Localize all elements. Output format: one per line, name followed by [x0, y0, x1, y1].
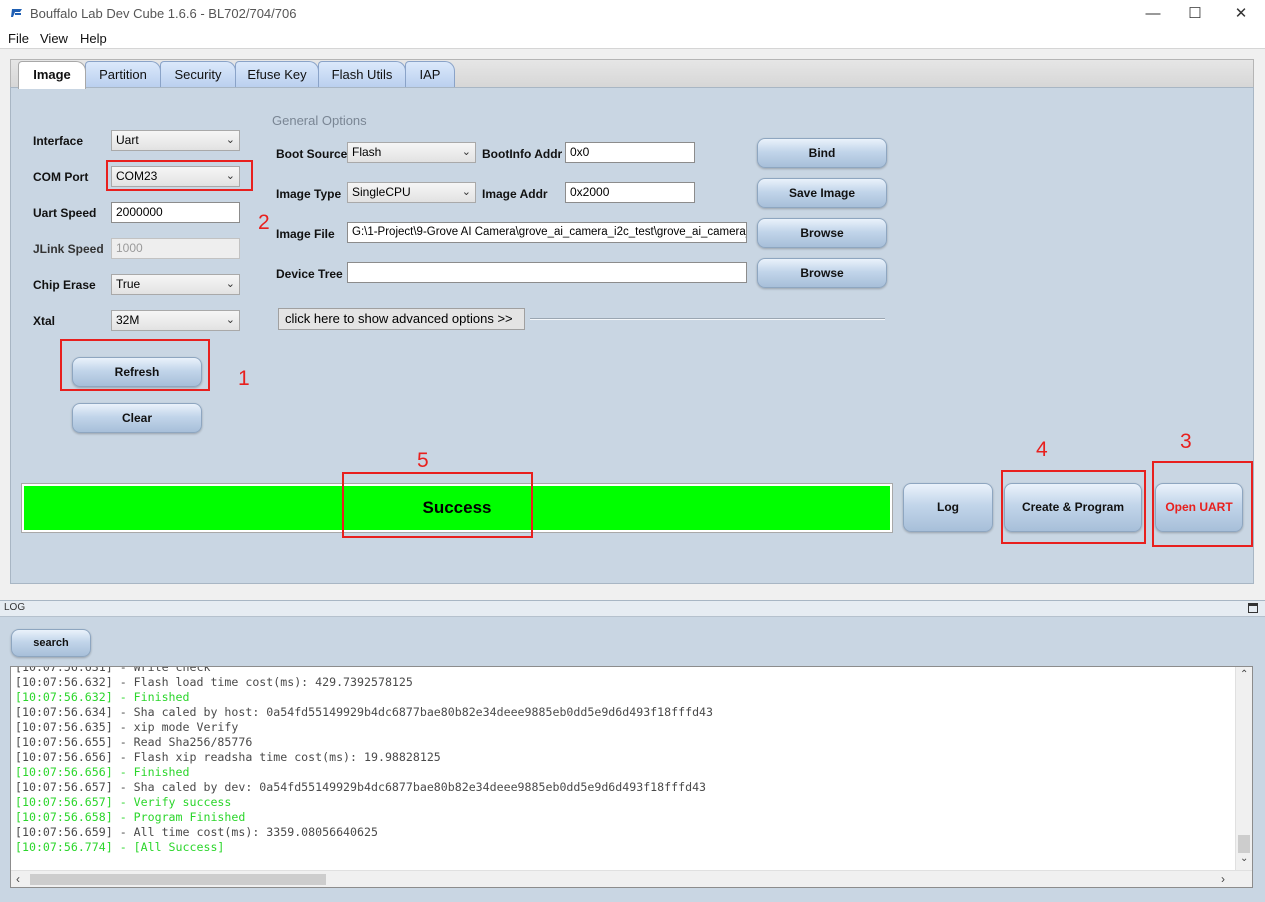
- interface-value: Uart: [116, 133, 139, 147]
- annotation-number-3: 3: [1180, 430, 1192, 453]
- chevron-down-icon: ⌄: [225, 134, 235, 146]
- bootinfo-addr-label: BootInfo Addr: [482, 147, 563, 161]
- log-line: [10:07:56.657] - Sha caled by dev: 0a54f…: [15, 780, 707, 794]
- chevron-down-icon: ⌄: [461, 186, 471, 198]
- xtal-value: 32M: [116, 313, 140, 327]
- log-header: [0, 601, 1265, 617]
- device-tree-input[interactable]: [347, 262, 747, 283]
- log-line: [10:07:56.656] - Finished: [15, 765, 190, 779]
- chevron-down-icon: ⌄: [461, 146, 471, 158]
- boot-source-label: Boot Source: [276, 147, 348, 161]
- log-line: [10:07:56.631] - Write check: [15, 666, 211, 674]
- log-line: [10:07:56.657] - Verify success: [15, 795, 232, 809]
- image-type-value: SingleCPU: [352, 185, 411, 199]
- uart-speed-input[interactable]: 2000000: [111, 202, 240, 223]
- annotation-box-create-program: [1001, 470, 1146, 544]
- log-line: [10:07:56.632] - Flash load time cost(ms…: [15, 675, 413, 689]
- log-line: [10:07:56.656] - Flash xip readsha time …: [15, 750, 441, 764]
- tab-iap[interactable]: IAP: [405, 61, 455, 88]
- xtal-select[interactable]: 32M ⌄: [111, 310, 240, 331]
- annotation-box-refresh: [60, 339, 210, 391]
- browse-device-tree-button[interactable]: Browse: [757, 258, 887, 288]
- log-text: [10:07:56.631] - Write check [10:07:56.63…: [15, 666, 714, 855]
- tab-partition[interactable]: Partition: [85, 61, 161, 88]
- com-port-label: COM Port: [33, 170, 89, 184]
- chevron-down-icon: ⌄: [225, 314, 235, 326]
- save-image-button[interactable]: Save Image: [757, 178, 887, 208]
- annotation-number-1: 1: [238, 367, 250, 390]
- tab-flash-utils[interactable]: Flash Utils: [318, 61, 406, 88]
- general-options-title: General Options: [272, 113, 367, 128]
- boot-source-value: Flash: [352, 145, 382, 159]
- maximize-button[interactable]: ☐: [1172, 0, 1218, 28]
- annotation-number-5: 5: [417, 449, 429, 472]
- log-panel-title: LOG: [4, 602, 26, 613]
- interface-label: Interface: [33, 134, 84, 148]
- horizontal-scroll-thumb[interactable]: [30, 874, 326, 885]
- menu-view[interactable]: View: [40, 31, 68, 46]
- tab-efuse-key[interactable]: Efuse Key: [235, 61, 319, 88]
- restore-icon[interactable]: [1248, 603, 1258, 613]
- clear-button[interactable]: Clear: [72, 403, 202, 433]
- tab-security[interactable]: Security: [160, 61, 236, 88]
- log-line: [10:07:56.774] - [All Success]: [15, 840, 225, 854]
- chip-erase-value: True: [116, 277, 141, 291]
- image-file-input[interactable]: G:\1-Project\9-Grove AI Camera\grove_ai_…: [347, 222, 747, 243]
- annotation-box-com-port: [106, 160, 253, 191]
- vertical-scroll-thumb[interactable]: [1238, 835, 1250, 853]
- advanced-divider: [530, 318, 885, 320]
- image-addr-label: Image Addr: [482, 187, 548, 201]
- scroll-up-icon[interactable]: ⌃: [1240, 669, 1248, 680]
- menu-file[interactable]: File: [8, 31, 29, 46]
- annotation-box-open-uart: [1152, 461, 1253, 547]
- jlink-speed-label: JLink Speed: [33, 242, 104, 256]
- image-addr-input[interactable]: 0x2000: [565, 182, 695, 203]
- image-type-label: Image Type: [276, 187, 342, 201]
- tab-image[interactable]: Image: [18, 61, 86, 89]
- log-output[interactable]: [10:07:56.631] - Write check [10:07:56.63…: [10, 666, 1253, 888]
- log-line: [10:07:56.634] - Sha caled by host: 0a54…: [15, 705, 714, 719]
- image-file-label: Image File: [276, 227, 335, 241]
- menu-bar: File View Help: [0, 28, 1265, 48]
- log-line: [10:07:56.635] - xip mode Verify: [15, 720, 239, 734]
- minimize-button[interactable]: —: [1130, 0, 1176, 28]
- chevron-down-icon: ⌄: [225, 278, 235, 290]
- search-button[interactable]: search: [11, 629, 91, 657]
- log-line: [10:07:56.632] - Finished: [15, 690, 190, 704]
- log-line: [10:07:56.655] - Read Sha256/85776: [15, 735, 253, 749]
- chip-erase-label: Chip Erase: [33, 278, 96, 292]
- scroll-left-icon[interactable]: ‹: [16, 872, 20, 886]
- device-tree-label: Device Tree: [276, 267, 343, 281]
- interface-select[interactable]: Uart ⌄: [111, 130, 240, 151]
- browse-image-button[interactable]: Browse: [757, 218, 887, 248]
- bind-button[interactable]: Bind: [757, 138, 887, 168]
- horizontal-scrollbar[interactable]: ‹ ›: [11, 870, 1252, 887]
- xtal-label: Xtal: [33, 314, 56, 328]
- jlink-speed-input: 1000: [111, 238, 240, 259]
- vertical-scrollbar[interactable]: ⌃ ⌄: [1235, 667, 1252, 872]
- bootinfo-addr-input[interactable]: 0x0: [565, 142, 695, 163]
- window-title: Bouffalo Lab Dev Cube 1.6.6 - BL702/704/…: [30, 6, 297, 21]
- log-line: [10:07:56.659] - All time cost(ms): 3359…: [15, 825, 378, 839]
- log-line: [10:07:56.658] - Program Finished: [15, 810, 246, 824]
- chip-erase-select[interactable]: True ⌄: [111, 274, 240, 295]
- close-button[interactable]: ✕: [1218, 0, 1264, 28]
- menu-help[interactable]: Help: [80, 31, 107, 46]
- scroll-right-icon[interactable]: ›: [1221, 872, 1225, 886]
- scroll-down-icon[interactable]: ⌄: [1240, 853, 1248, 864]
- annotation-number-4: 4: [1036, 438, 1048, 461]
- boot-source-select[interactable]: Flash ⌄: [347, 142, 476, 163]
- uart-speed-label: Uart Speed: [33, 206, 97, 220]
- image-type-select[interactable]: SingleCPU ⌄: [347, 182, 476, 203]
- show-advanced-options-button[interactable]: click here to show advanced options >>: [278, 308, 525, 330]
- app-logo-icon: [11, 9, 22, 17]
- title-bar: Bouffalo Lab Dev Cube 1.6.6 - BL702/704/…: [0, 0, 1265, 28]
- annotation-number-2: 2: [258, 211, 270, 234]
- log-button[interactable]: Log: [903, 483, 993, 532]
- annotation-box-status: [342, 472, 533, 538]
